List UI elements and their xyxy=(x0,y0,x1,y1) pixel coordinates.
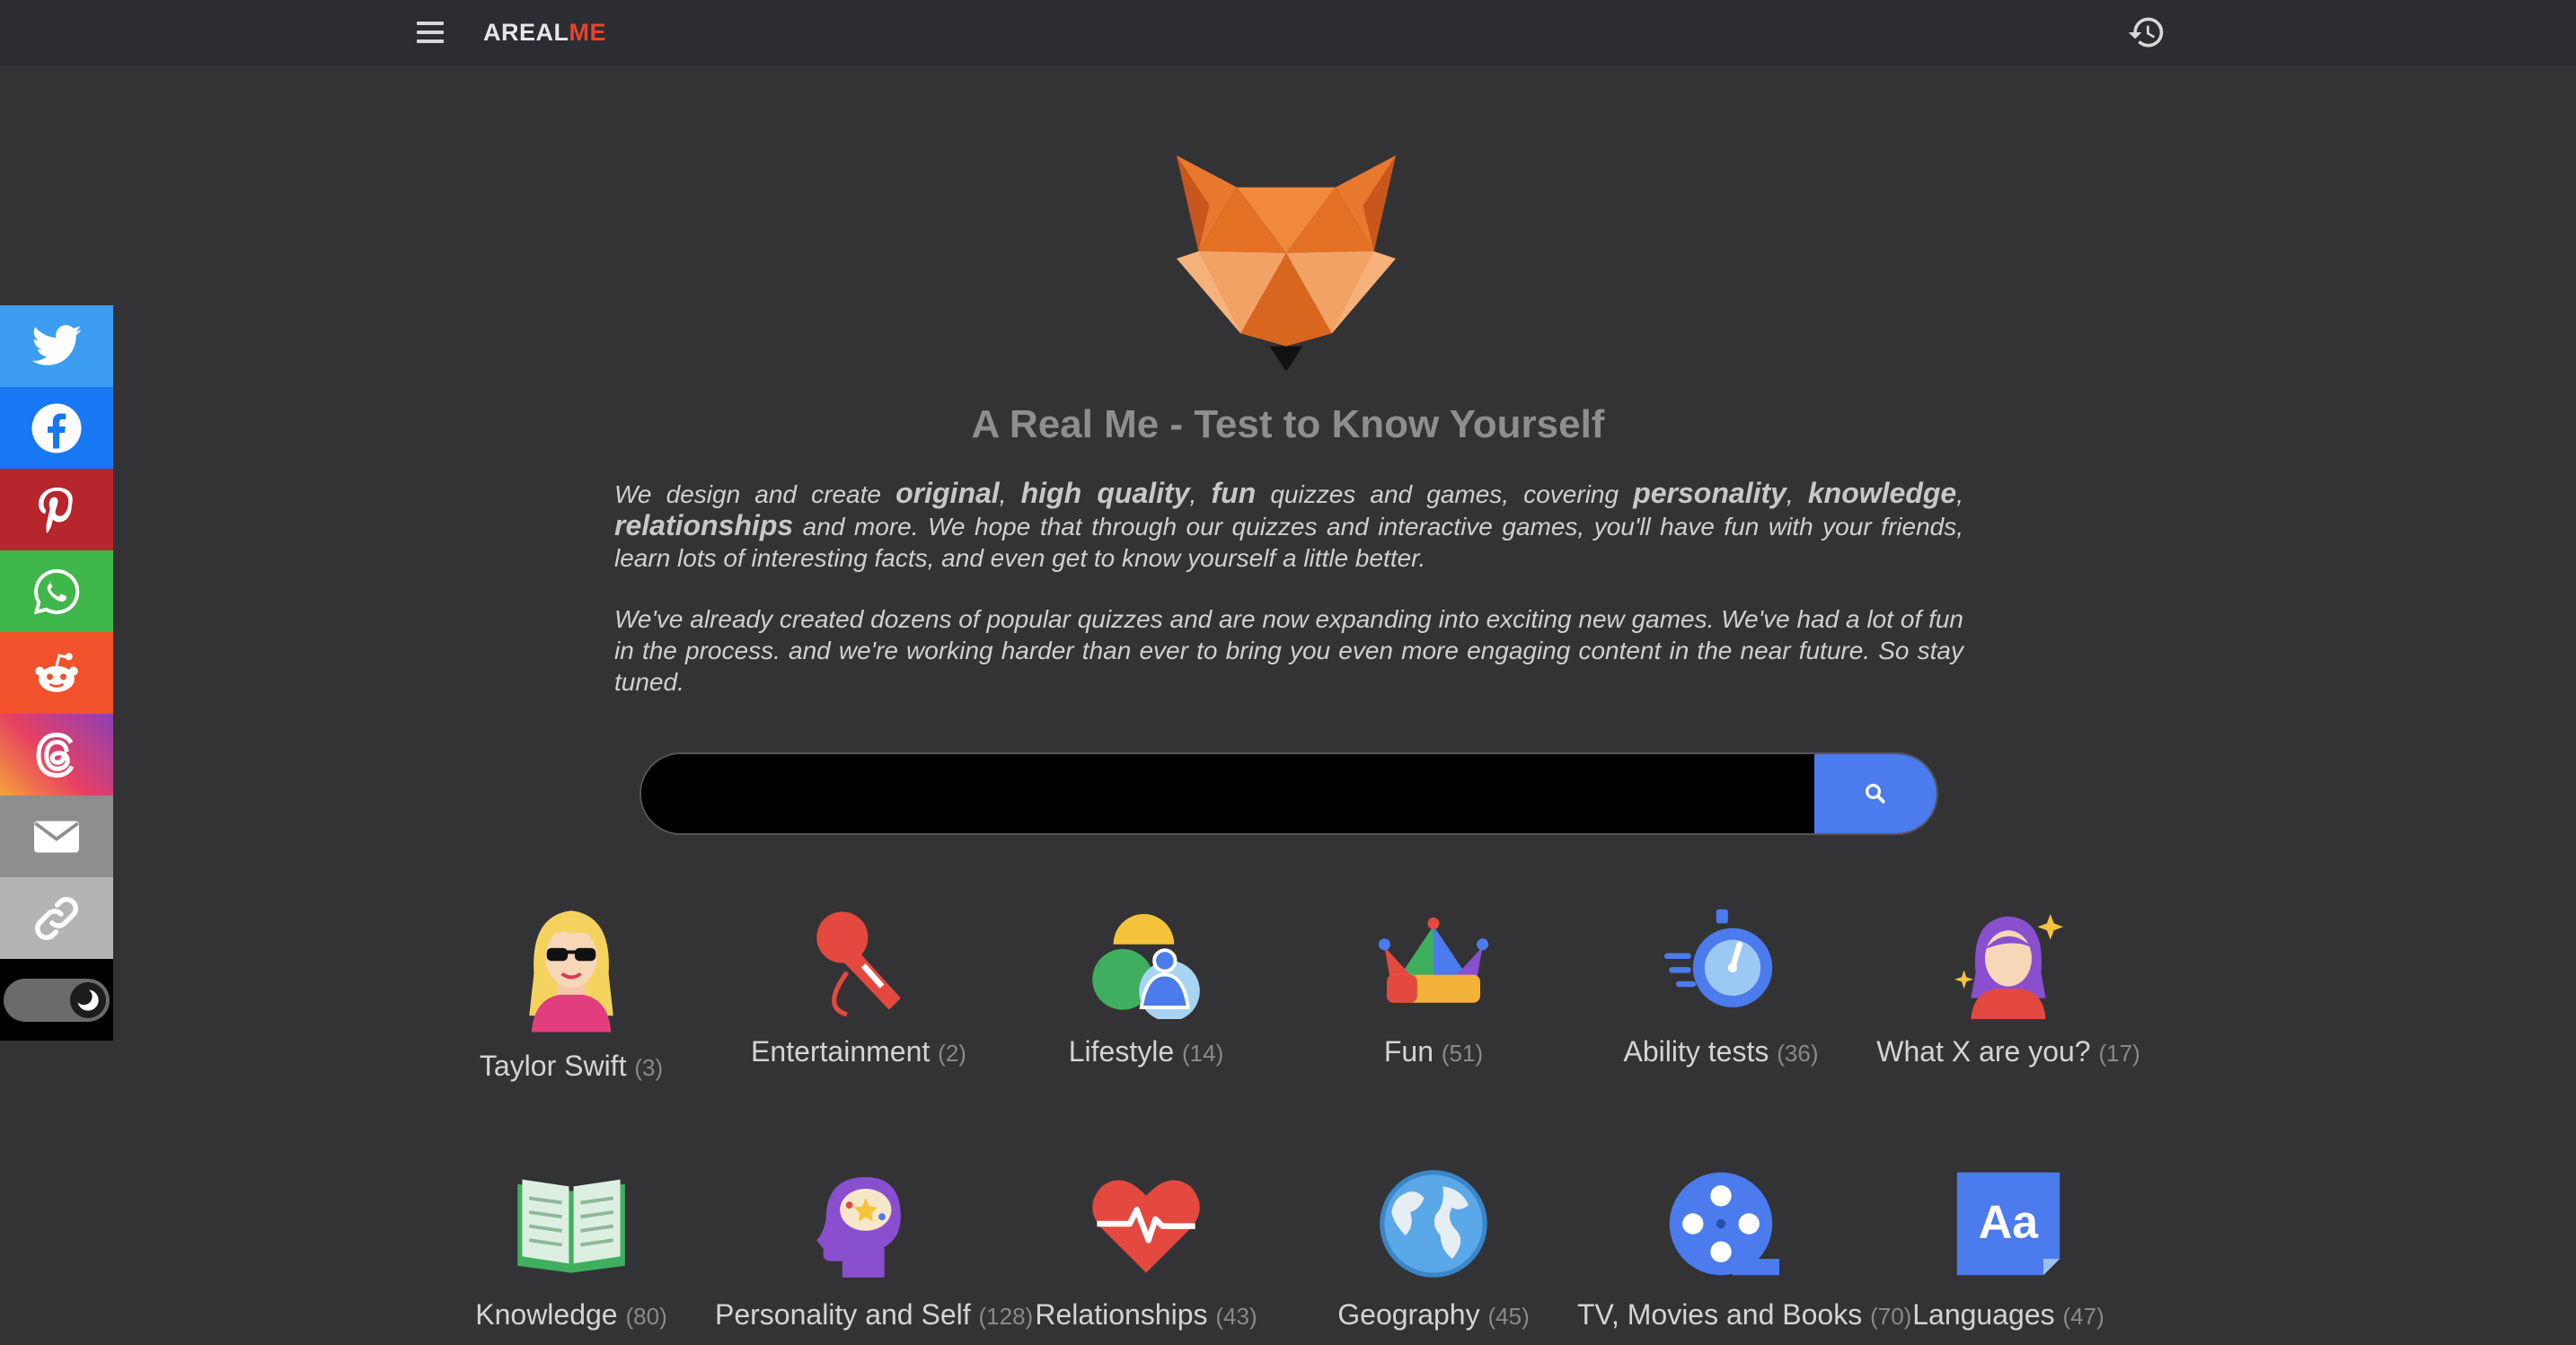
intro-text: , xyxy=(999,480,1021,508)
category-label: Knowledge xyxy=(475,1298,618,1331)
envelope-icon xyxy=(34,821,79,852)
theme-toggle-container xyxy=(0,959,113,1041)
category-label: Fun xyxy=(1383,1035,1434,1068)
brand-text-areal: AREAL xyxy=(483,19,569,46)
copy-link-button[interactable] xyxy=(0,877,113,959)
film-reel-icon xyxy=(1669,1172,1779,1276)
highlight-word: high quality xyxy=(1020,477,1190,509)
category-count: (45) xyxy=(1487,1303,1530,1330)
category-label: Relationships xyxy=(1035,1298,1208,1331)
brain-head-icon xyxy=(816,1177,901,1278)
threads-share-button[interactable] xyxy=(0,714,113,796)
category-label: Languages xyxy=(1912,1298,2055,1331)
heartbeat-icon xyxy=(1092,1180,1200,1273)
category-personality-and-self[interactable]: Personality and Self (128) xyxy=(715,1165,1033,1332)
category-count: (17) xyxy=(2098,1040,2140,1067)
category-label: Geography xyxy=(1337,1298,1480,1331)
fox-logo xyxy=(1177,155,1396,370)
category-count: (47) xyxy=(2062,1303,2104,1330)
category-label: Lifestyle xyxy=(1068,1035,1175,1068)
stopwatch-icon xyxy=(1663,909,1773,1007)
highlight-word: personality xyxy=(1633,477,1786,509)
open-book-icon xyxy=(517,1179,625,1273)
reddit-icon xyxy=(35,652,78,692)
category-lifestyle[interactable]: Lifestyle (14) xyxy=(1002,902,1290,1068)
search-button[interactable] xyxy=(1814,754,1936,833)
top-bar: AREALME xyxy=(0,0,2576,65)
highlight-word: relationships xyxy=(614,509,794,541)
lifestyle-icon xyxy=(1092,914,1200,1019)
category-label: What X are you? xyxy=(1876,1035,2091,1068)
email-share-button[interactable] xyxy=(0,796,113,877)
category-count: (3) xyxy=(634,1054,664,1081)
twitter-icon xyxy=(31,324,82,365)
highlight-word: original xyxy=(895,477,1000,509)
category-fun[interactable]: Fun (51) xyxy=(1290,902,1577,1068)
sparkle-person-icon xyxy=(1954,914,2064,1019)
svg-text:Aa: Aa xyxy=(1979,1197,2040,1249)
pinterest-share-button[interactable] xyxy=(0,469,113,550)
category-label: Taylor Swift xyxy=(479,1050,627,1082)
category-label: TV, Movies and Books xyxy=(1577,1298,1863,1331)
menu-icon[interactable] xyxy=(411,18,449,47)
taylor-swift-icon xyxy=(529,910,613,1033)
category-entertainment[interactable]: Entertainment (2) xyxy=(715,902,1002,1068)
search-input[interactable] xyxy=(641,754,1818,833)
category-count: (36) xyxy=(1777,1040,1819,1067)
category-label: Ability tests xyxy=(1623,1035,1769,1068)
category-languages[interactable]: Aa Languages (47) xyxy=(1865,1165,2152,1332)
intro-text: , xyxy=(1189,480,1212,508)
brand-text-me: ME xyxy=(569,19,606,46)
category-count: (2) xyxy=(938,1040,966,1067)
search-icon xyxy=(1866,784,1885,804)
category-count: (51) xyxy=(1441,1040,1484,1067)
twitter-share-button[interactable] xyxy=(0,305,113,387)
dark-mode-toggle[interactable] xyxy=(4,978,110,1022)
category-taylor-swift[interactable]: Taylor Swift (3) xyxy=(428,902,715,1083)
category-count: (14) xyxy=(1182,1040,1224,1067)
pinterest-icon xyxy=(39,487,73,533)
category-count: (43) xyxy=(1215,1303,1257,1330)
search-bar xyxy=(640,752,1938,835)
page-title: A Real Me - Test to Know Yourself xyxy=(971,402,1605,446)
intro-text: We design and create xyxy=(614,480,896,508)
category-geography[interactable]: Geography (45) xyxy=(1290,1165,1577,1332)
update-paragraph: We've already created dozens of popular … xyxy=(614,605,1963,696)
globe-icon xyxy=(1380,1170,1487,1278)
category-label: Entertainment xyxy=(751,1035,931,1068)
intro-text: , xyxy=(1956,480,1963,508)
language-icon: Aa xyxy=(1956,1172,2060,1276)
category-count: (80) xyxy=(625,1303,667,1330)
category-ability-tests[interactable]: Ability tests (36) xyxy=(1577,902,1865,1068)
jester-hat-icon xyxy=(1378,917,1489,1003)
moon-icon xyxy=(70,981,106,1018)
highlight-word: fun xyxy=(1211,477,1257,509)
highlight-word: knowledge xyxy=(1807,477,1957,509)
category-tv-movies-and-books[interactable]: TV, Movies and Books (70) xyxy=(1577,1165,1911,1332)
microphone-icon xyxy=(816,911,901,1017)
whatsapp-icon xyxy=(33,568,80,614)
category-label: Personality and Self xyxy=(715,1298,971,1331)
history-icon[interactable] xyxy=(2127,13,2166,52)
intro-text: , xyxy=(1786,480,1808,508)
link-icon xyxy=(35,896,78,940)
reddit-share-button[interactable] xyxy=(0,632,113,714)
site-logo[interactable]: AREALME xyxy=(483,14,606,50)
intro-text: quizzes and games, covering xyxy=(1256,480,1634,508)
category-relationships[interactable]: Relationships (43) xyxy=(1002,1165,1290,1332)
intro-paragraph: We design and create original, high qual… xyxy=(614,478,1963,574)
category-knowledge[interactable]: Knowledge (80) xyxy=(428,1165,715,1332)
threads-icon xyxy=(36,732,75,778)
intro-text: and more. We hope that through our quizz… xyxy=(614,513,1963,572)
category-what-x-are-you[interactable]: What X are you? (17) xyxy=(1865,902,2152,1068)
whatsapp-share-button[interactable] xyxy=(0,550,113,632)
